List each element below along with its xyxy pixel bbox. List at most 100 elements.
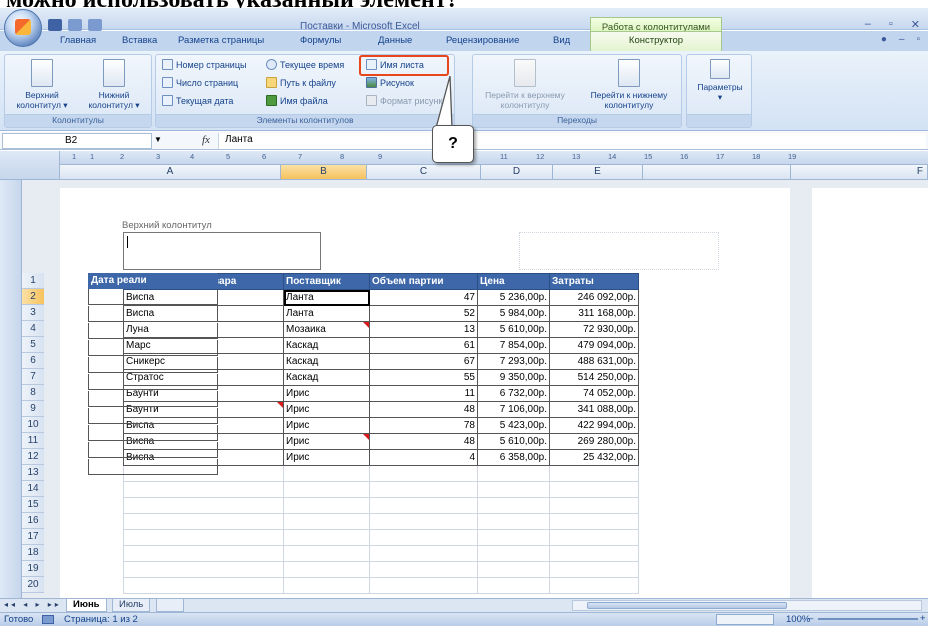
table-cell[interactable]: 6 358,00р. [477, 449, 550, 466]
page2-row[interactable] [88, 306, 218, 322]
close-button[interactable]: ✕ [911, 18, 920, 31]
column-header-blank[interactable] [643, 165, 791, 180]
table-cell[interactable]: 5 610,00р. [477, 321, 550, 338]
table-cell[interactable]: Ирис [283, 417, 370, 434]
tab-designer[interactable]: Конструктор [590, 31, 722, 51]
column-header-b[interactable]: B [281, 165, 367, 180]
table-header-cell[interactable]: Затраты [549, 273, 639, 290]
table-cell[interactable]: Каскад [283, 353, 370, 370]
page2-row[interactable] [88, 357, 218, 373]
row-header[interactable]: 2 [22, 289, 44, 305]
table-cell[interactable]: 67 [369, 353, 478, 370]
help-icon[interactable]: ● [881, 34, 887, 45]
table-cell[interactable]: 4 [369, 449, 478, 466]
column-header-f[interactable]: F [791, 165, 928, 180]
picture-button[interactable]: Рисунок [366, 77, 414, 88]
page2-row[interactable] [88, 425, 218, 441]
tab-data[interactable]: Данные [378, 35, 412, 46]
row-header[interactable]: 15 [22, 497, 44, 513]
table-header-cell[interactable]: Объем партии [369, 273, 478, 290]
macro-record-icon[interactable] [42, 615, 54, 624]
zoom-in-button[interactable]: + [920, 613, 926, 624]
name-box-dropdown-icon[interactable]: ▼ [154, 135, 162, 144]
page-count-button[interactable]: Число страниц [162, 77, 238, 88]
table-cell[interactable]: 7 854,00р. [477, 337, 550, 354]
table-cell-selected[interactable]: Ланта [283, 289, 370, 306]
page2-row[interactable] [88, 408, 218, 424]
row-header[interactable]: 18 [22, 545, 44, 561]
page2-row[interactable] [88, 374, 218, 390]
table-cell[interactable]: 52 [369, 305, 478, 322]
save-icon[interactable] [48, 19, 62, 31]
page2-row[interactable] [88, 340, 218, 356]
table-header-cell[interactable]: Поставщик [283, 273, 370, 290]
page2-row[interactable] [88, 442, 218, 458]
row-header[interactable]: 14 [22, 481, 44, 497]
office-button[interactable] [4, 9, 42, 47]
formula-input[interactable]: Ланта [218, 133, 926, 149]
ribbon-restore-button[interactable]: ▫ [916, 34, 920, 45]
row-header[interactable]: 12 [22, 449, 44, 465]
name-box[interactable]: B2 [2, 133, 152, 149]
page2-table-header[interactable]: Дата реали [88, 273, 218, 289]
page2-row[interactable] [88, 323, 218, 339]
tab-view[interactable]: Вид [553, 35, 570, 46]
table-cell[interactable]: 48 [369, 401, 478, 418]
table-cell[interactable]: Каскад [283, 337, 370, 354]
column-header-a[interactable]: A [60, 165, 281, 180]
table-header-cell[interactable]: Цена [477, 273, 550, 290]
header-left-section[interactable] [123, 232, 321, 270]
minimize-button[interactable]: – [865, 18, 871, 31]
row-header[interactable]: 7 [22, 369, 44, 385]
row-header[interactable]: 8 [22, 385, 44, 401]
table-cell[interactable]: 61 [369, 337, 478, 354]
table-cell[interactable]: 246 092,00р. [549, 289, 639, 306]
zoom-slider[interactable] [818, 618, 918, 620]
function-icon[interactable]: fx [202, 134, 210, 146]
row-header[interactable]: 20 [22, 577, 44, 593]
parameters-button[interactable]: Параметры ▾ [689, 59, 751, 102]
table-cell[interactable]: Ирис [283, 433, 370, 450]
table-cell[interactable]: Каскад [283, 369, 370, 386]
column-header-d[interactable]: D [481, 165, 553, 180]
restore-button[interactable]: ▫ [889, 18, 893, 31]
tab-review[interactable]: Рецензирование [446, 35, 519, 46]
sheet-nav-buttons[interactable]: ◂◂ ◂ ▸ ▸▸ [4, 600, 62, 609]
horizontal-scrollbar[interactable] [572, 600, 922, 611]
current-date-button[interactable]: Текущая дата [162, 95, 233, 106]
row-header[interactable]: 13 [22, 465, 44, 481]
page2-row[interactable] [88, 391, 218, 407]
table-cell[interactable]: 47 [369, 289, 478, 306]
view-buttons[interactable] [716, 614, 774, 625]
tab-home[interactable]: Главная [60, 35, 96, 46]
zoom-out-button[interactable]: – [808, 613, 813, 624]
redo-icon[interactable] [88, 19, 102, 31]
file-name-button[interactable]: Имя файла [266, 95, 328, 106]
ribbon-minimize-button[interactable]: – [899, 34, 905, 45]
row-header[interactable]: 5 [22, 337, 44, 353]
page2-row[interactable] [88, 459, 218, 475]
table-cell[interactable]: Ирис [283, 401, 370, 418]
row-header[interactable]: 3 [22, 305, 44, 321]
table-cell[interactable]: 488 631,00р. [549, 353, 639, 370]
table-cell[interactable]: 72 930,00р. [549, 321, 639, 338]
table-cell[interactable]: 5 610,00р. [477, 433, 550, 450]
table-cell[interactable]: 311 168,00р. [549, 305, 639, 322]
table-cell[interactable]: Мозаика [283, 321, 370, 338]
table-cell[interactable]: 5 423,00р. [477, 417, 550, 434]
column-header-e[interactable]: E [553, 165, 643, 180]
header-right-section[interactable] [519, 232, 719, 270]
table-cell[interactable]: Ирис [283, 385, 370, 402]
table-cell[interactable]: 514 250,00р. [549, 369, 639, 386]
table-cell[interactable]: 11 [369, 385, 478, 402]
footer-button[interactable]: Нижний колонтитул ▾ [81, 59, 147, 110]
table-cell[interactable]: 74 052,00р. [549, 385, 639, 402]
table-cell[interactable]: 341 088,00р. [549, 401, 639, 418]
zoom-level[interactable]: 100% [786, 614, 810, 625]
select-all-corner[interactable] [0, 151, 60, 180]
tab-page-layout[interactable]: Разметка страницы [178, 35, 264, 46]
goto-header-button[interactable]: Перейти к верхнему колонтитулу [477, 59, 573, 110]
insert-sheet-icon[interactable] [156, 599, 184, 612]
sheet-tab-july[interactable]: Июль [112, 599, 151, 612]
scrollbar-thumb[interactable] [587, 602, 787, 609]
